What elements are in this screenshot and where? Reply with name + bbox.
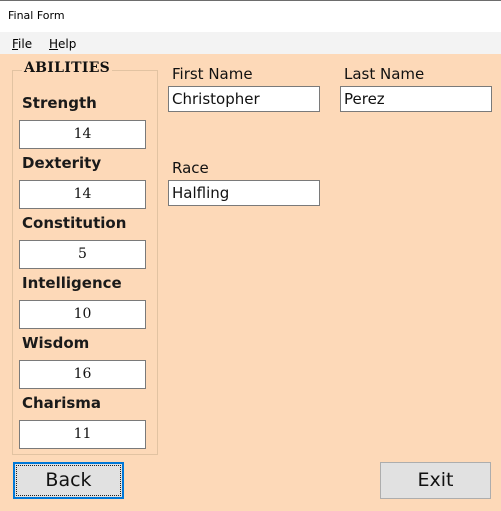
abilities-title: ABILITIES xyxy=(22,60,113,76)
constitution-label: Constitution xyxy=(22,214,127,232)
charisma-field[interactable]: 11 xyxy=(19,420,146,449)
last-name-input[interactable]: Perez xyxy=(340,86,492,112)
title-bar: Final Form xyxy=(0,0,501,32)
back-button[interactable]: Back xyxy=(13,462,124,499)
wisdom-label: Wisdom xyxy=(22,334,90,352)
menu-bar: File Help xyxy=(0,32,501,54)
menu-help-label: elp xyxy=(58,37,77,51)
strength-label: Strength xyxy=(22,94,97,112)
dexterity-field[interactable]: 14 xyxy=(19,180,146,209)
charisma-label: Charisma xyxy=(22,394,102,412)
constitution-field[interactable]: 5 xyxy=(19,240,146,269)
menu-file[interactable]: File xyxy=(12,37,32,51)
wisdom-field[interactable]: 16 xyxy=(19,360,146,389)
dexterity-label: Dexterity xyxy=(22,154,102,172)
intelligence-label: Intelligence xyxy=(22,274,122,292)
race-input[interactable]: Halfling xyxy=(168,180,320,206)
first-name-input[interactable]: Christopher xyxy=(168,86,320,112)
intelligence-field[interactable]: 10 xyxy=(19,300,146,329)
race-label: Race xyxy=(172,159,209,177)
menu-file-label: ile xyxy=(18,37,33,51)
exit-button-label: Exit xyxy=(417,469,454,491)
menu-help[interactable]: Help xyxy=(49,37,76,51)
first-name-label: First Name xyxy=(172,65,253,83)
menu-help-mnemonic: H xyxy=(49,37,59,51)
exit-button[interactable]: Exit xyxy=(380,462,491,499)
focus-outline xyxy=(16,465,121,496)
strength-field[interactable]: 14 xyxy=(19,120,146,149)
last-name-label: Last Name xyxy=(344,65,425,83)
window-title: Final Form xyxy=(8,9,65,22)
